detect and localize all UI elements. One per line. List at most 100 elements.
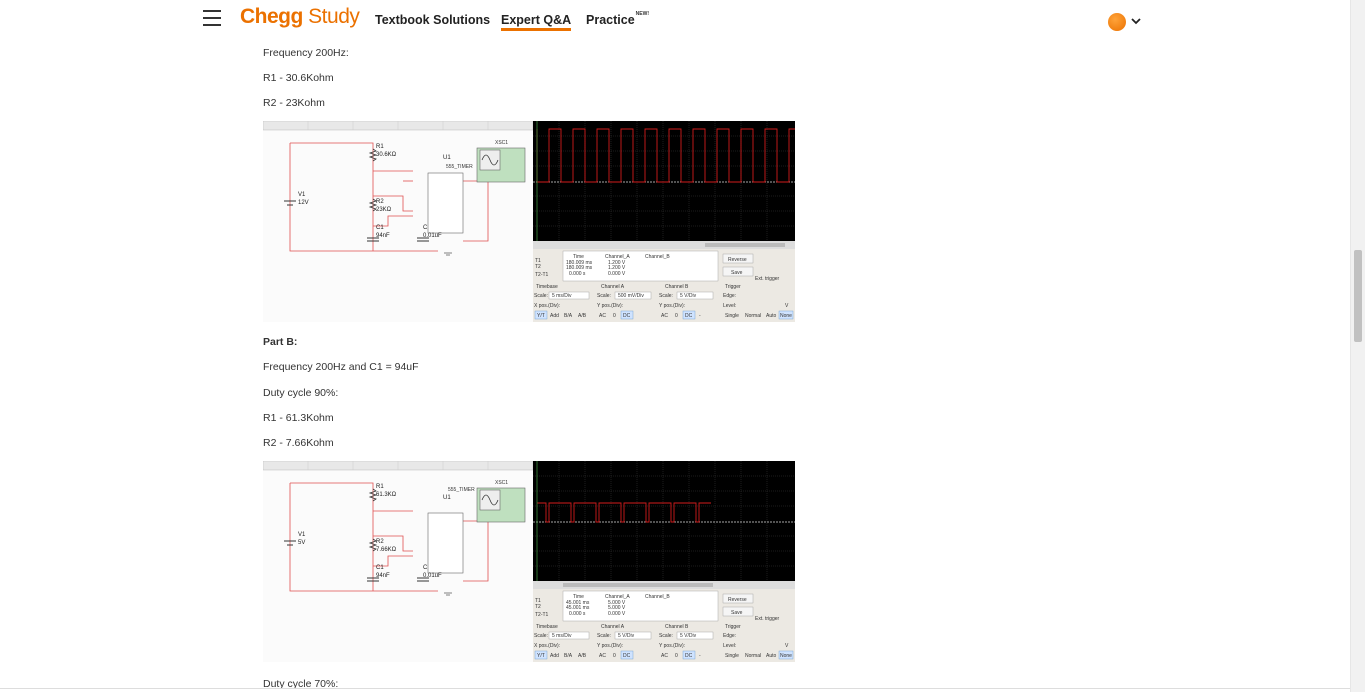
s1-yt-label: Y/T [537,313,545,319]
s2-scale-label-2: Scale: [597,633,611,639]
c1-r2-value: 23KΩ [376,207,392,213]
nav-practice[interactable]: PracticeNEW! [586,11,649,27]
nav-practice-label: Practice [586,13,635,27]
s2-dc-label-a: DC [623,653,631,659]
frequency-c1-text: Frequency 200Hz and C1 = 94uF [263,361,419,373]
s2-ac-label-a[interactable]: AC [599,653,606,659]
oscilloscope-panel-2: Time Channel_A Channel_B T1 T2 T2-T1 45.… [533,461,795,662]
s1-scale-label-2: Scale: [597,293,611,299]
s2-dash-label[interactable]: - [699,653,701,659]
s2-level-label: Level: [723,643,736,649]
s1-save-label: Save [731,270,743,276]
c2-c-value: 0.01uF [423,573,442,579]
s1-zero-a[interactable]: 0 [613,313,616,319]
s2-auto-label[interactable]: Auto [766,653,777,659]
s1-ab-label[interactable]: A/B [578,313,587,319]
s2-zero-a[interactable]: 0 [613,653,616,659]
s1-ac-label-b[interactable]: AC [661,313,668,319]
s2-normal-label[interactable]: Normal [745,653,761,659]
s2-scale-label-1: Scale: [534,633,548,639]
c1-c-value: 0.01uF [423,233,442,239]
schematic-2: R1 61.3KΩ R2 7.66KΩ C1 94nF C 0.01uF V1 … [263,461,533,662]
c2-v1-label: V1 [298,532,306,538]
s2-ch-b-label: Channel B [665,624,689,630]
s2-reverse-label: Reverse [728,597,747,603]
s2-chb-scale: 5 V/Div [680,633,697,639]
schematic-1: R1 30.6KΩ R2 23KΩ C1 94nF C 0.01uF V1 12… [263,121,533,322]
s2-timebase-label: Timebase [536,624,558,630]
top-nav-bar: Chegg Study Textbook Solutions Expert Q&… [0,0,1350,42]
s1-auto-label[interactable]: Auto [766,313,777,319]
s1-ac-label-a[interactable]: AC [599,313,606,319]
s1-t2t1-label: T2-T1 [535,272,549,278]
s2-ext-trigger-label: Ext. trigger [755,616,780,622]
part-b-heading: Part B: [263,336,298,348]
c1-r1-value: 30.6KΩ [376,152,397,158]
s2-dt-a: 0.000 V [608,611,626,617]
chegg-study-logo[interactable]: Chegg Study [240,5,360,29]
s1-ypos-label-a: Y pos.(Div): [597,303,623,309]
c1-timer-label: 555_TIMER [446,164,473,170]
c2-r2-label: R2 [376,539,384,545]
nav-expert-qa[interactable]: Expert Q&A [501,13,572,31]
s2-xpos-label: X pos.(Div): [534,643,560,649]
r1-value-b: R1 - 61.3Kohm [263,412,334,424]
s2-dc-label-b: DC [685,653,693,659]
s1-normal-label[interactable]: Normal [745,313,761,319]
s1-scale-label-3: Scale: [659,293,673,299]
c2-timer-label: 555_TIMER [448,487,475,493]
nav-textbook-solutions[interactable]: Textbook Solutions [375,13,490,27]
s2-t2-label: T2 [535,604,541,610]
s2-scale-label-3: Scale: [659,633,673,639]
s1-level-label: Level: [723,303,736,309]
s1-ba-label[interactable]: B/A [564,313,573,319]
c1-xsc-label: XSC1 [495,140,508,146]
chevron-down-icon[interactable] [1130,15,1142,27]
s2-dt-time: 0.000 s [569,611,586,617]
c1-c1-value: 94nF [376,233,390,239]
c2-u1-label: U1 [443,495,451,501]
s1-dt-time: 0.000 s [569,271,586,277]
s2-add-label[interactable]: Add [550,653,559,659]
page-bottom-divider [0,688,1350,689]
s1-xpos-label: X pos.(Div): [534,303,560,309]
page-scrollbar[interactable] [1350,0,1365,692]
s1-scale-label-1: Scale: [534,293,548,299]
s1-add-label[interactable]: Add [550,313,559,319]
s2-ac-label-b[interactable]: AC [661,653,668,659]
s2-channel-b-header: Channel_B [645,594,670,600]
menu-hamburger-icon[interactable] [203,10,221,26]
s2-ba-label[interactable]: B/A [564,653,573,659]
c2-r1-label: R1 [376,484,384,490]
c1-r1-label: R1 [376,144,384,150]
s2-level-unit: V [785,643,789,649]
s2-ab-label[interactable]: A/B [578,653,587,659]
s2-zero-b[interactable]: 0 [675,653,678,659]
s1-dash-label[interactable]: - [699,313,701,319]
s1-timebase-label: Timebase [536,284,558,290]
r2-value-a: R2 - 23Kohm [263,97,325,109]
scrollbar-thumb[interactable] [1354,250,1362,342]
s1-chb-scale: 5 V/Div [680,293,697,299]
s1-t2-label: T2 [535,264,541,270]
c1-c-label: C [423,225,428,231]
c2-r1-value: 61.3KΩ [376,492,397,498]
s2-save-label: Save [731,610,743,616]
c2-r2-value: 7.66KΩ [376,547,397,553]
s1-dc-label-b: DC [685,313,693,319]
s2-ch-a-label: Channel A [601,624,625,630]
s1-timebase-scale: 5 ms/Div [552,293,572,299]
s2-ypos-label-a: Y pos.(Div): [597,643,623,649]
s2-t2t1-label: T2-T1 [535,612,549,618]
c2-c1-value: 94nF [376,573,390,579]
new-badge: NEW! [635,11,649,17]
user-avatar[interactable] [1108,13,1126,31]
s2-single-label[interactable]: Single [725,653,739,659]
s1-level-unit: V [785,303,789,309]
s1-single-label[interactable]: Single [725,313,739,319]
s1-channel-b-header: Channel_B [645,254,670,260]
s1-ch-a-label: Channel A [601,284,625,290]
s1-none-label: None [780,313,792,319]
s2-yt-label: Y/T [537,653,545,659]
s1-zero-b[interactable]: 0 [675,313,678,319]
